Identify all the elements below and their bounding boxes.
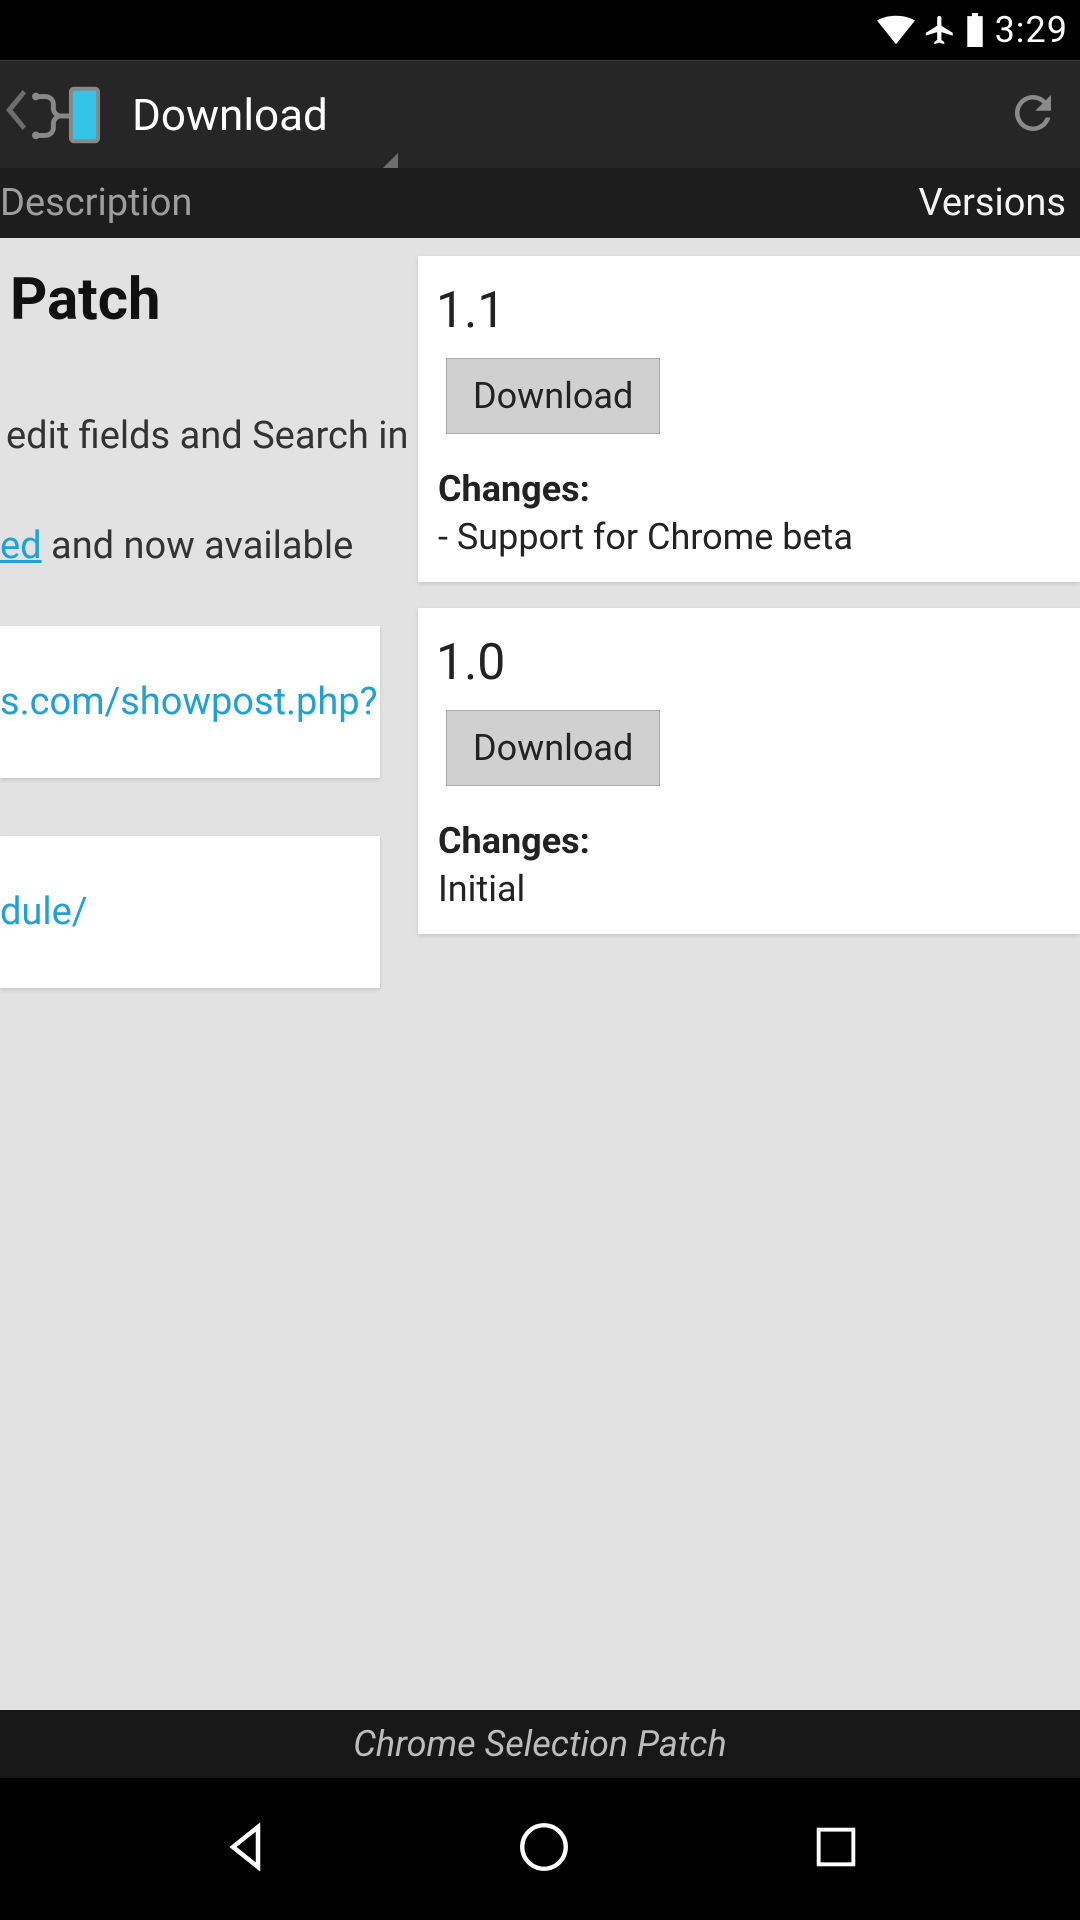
version-card: 1.1 Download Changes: - Support for Chro… <box>418 256 1080 582</box>
tab-bar: Description Versions <box>0 168 1080 238</box>
refresh-icon[interactable] <box>1006 86 1060 144</box>
changes-text: Initial <box>438 868 1060 910</box>
tab-description[interactable]: Description <box>0 181 192 225</box>
version-number: 1.0 <box>436 634 1060 692</box>
description-text-2: ed and now available <box>0 458 380 568</box>
changes-label: Changes: <box>438 820 1060 862</box>
description-link-card-1[interactable]: s.com/showpost.php? <box>0 626 380 778</box>
version-card: 1.0 Download Changes: Initial <box>418 608 1080 934</box>
module-name-footer: Chrome Selection Patch <box>0 1710 1080 1778</box>
back-icon[interactable] <box>6 88 32 142</box>
link-fragment[interactable]: ed <box>0 524 42 568</box>
status-bar: 3:29 <box>0 0 1080 60</box>
status-time: 3:29 <box>995 9 1068 51</box>
nav-back-icon[interactable] <box>218 1817 278 1881</box>
action-bar: Download <box>0 60 1080 168</box>
download-button[interactable]: Download <box>446 358 660 434</box>
wifi-icon <box>877 15 915 45</box>
battery-icon <box>965 13 985 47</box>
description-column: Patch edit fields and Search in ed and n… <box>0 238 380 1010</box>
content-area[interactable]: Patch edit fields and Search in ed and n… <box>0 238 1080 1710</box>
description-link-card-2[interactable]: dule/ <box>0 836 380 988</box>
download-button[interactable]: Download <box>446 710 660 786</box>
tab-versions[interactable]: Versions <box>918 181 1066 225</box>
airplane-mode-icon <box>923 13 957 47</box>
version-number: 1.1 <box>436 282 1060 340</box>
navigation-bar <box>0 1778 1080 1920</box>
xposed-logo-icon[interactable] <box>32 80 102 150</box>
description-text-2-rest: and now available <box>42 524 354 568</box>
action-bar-title: Download <box>132 89 328 141</box>
description-text-1: edit fields and Search in <box>0 334 380 458</box>
title-spinner[interactable]: Download <box>132 89 398 141</box>
nav-recent-icon[interactable] <box>810 1821 862 1877</box>
module-title: Patch <box>0 266 380 334</box>
screen: 3:29 Download Description Versions <box>0 0 1080 1920</box>
versions-column: 1.1 Download Changes: - Support for Chro… <box>418 238 1080 960</box>
changes-text: - Support for Chrome beta <box>438 516 1060 558</box>
nav-home-icon[interactable] <box>515 1818 573 1880</box>
changes-label: Changes: <box>438 468 1060 510</box>
